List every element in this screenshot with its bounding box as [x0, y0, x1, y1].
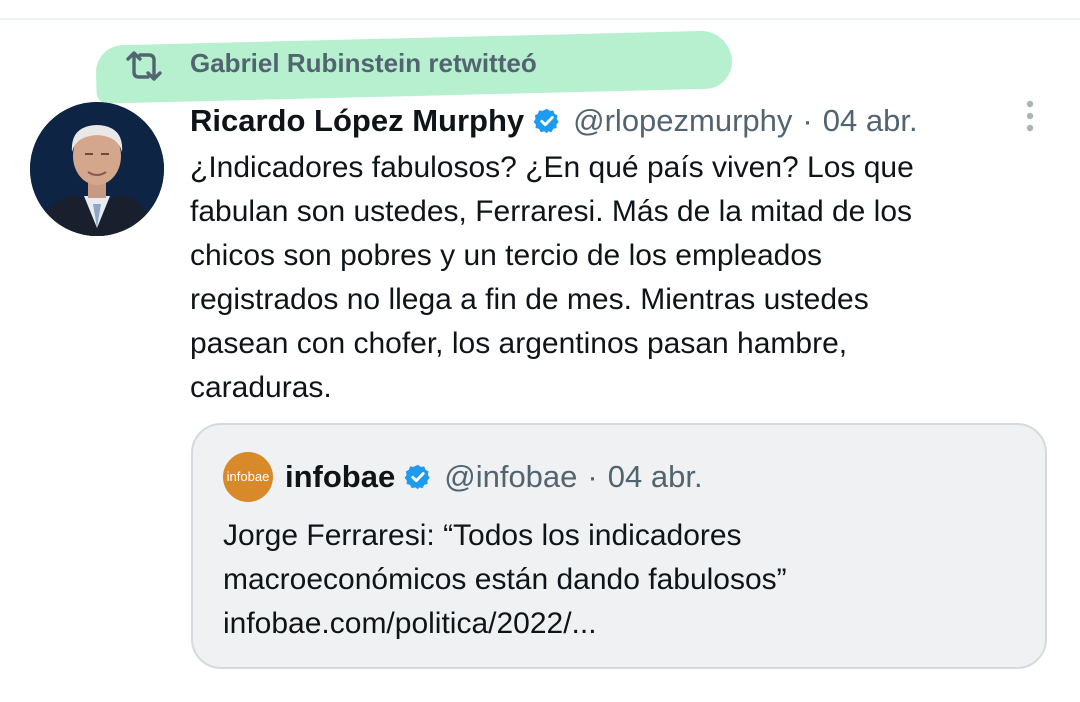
quoted-text-line: Jorge Ferraresi: “Todos los indicadores — [223, 519, 742, 552]
tweet-text-line: pasean con chofer, los argentinos pasan … — [190, 327, 848, 360]
tweet-text-line: ¿Indicadores fabulosos? ¿En qué país viv… — [190, 151, 914, 184]
author-avatar-image — [30, 102, 164, 236]
more-vertical-icon[interactable] — [1020, 98, 1040, 138]
verified-badge-icon — [404, 464, 430, 490]
retweet-context: Gabriel Rubinstein retwitteó — [0, 30, 1080, 104]
author-name[interactable]: Ricardo López Murphy — [190, 103, 524, 139]
tweet-text-line: registrados no llega a fin de mes. Mient… — [190, 283, 869, 316]
quoted-header-separator: · — [587, 459, 598, 494]
verified-badge-icon — [533, 108, 559, 134]
tweet-text-line: chicos son pobres y un tercio de los emp… — [190, 239, 823, 272]
quoted-link[interactable]: infobae.com/politica/2022/... — [223, 602, 1023, 646]
quoted-author-name[interactable]: infobae — [285, 459, 395, 495]
author-avatar[interactable] — [30, 102, 164, 236]
tweet-text-line: fabulan son ustedes, Ferraresi. Más de l… — [190, 195, 913, 228]
header-separator: · — [802, 103, 813, 138]
retweet-icon — [126, 51, 162, 81]
top-divider — [0, 18, 1080, 20]
quoted-tweet-date[interactable]: 04 abr. — [608, 459, 703, 495]
tweet-text: ¿Indicadores fabulosos? ¿En qué país viv… — [190, 146, 1050, 410]
author-handle[interactable]: @rlopezmurphy — [573, 103, 792, 139]
quoted-text-line: macroeconómicos están dando fabulosos” — [223, 563, 787, 596]
tweet-text-line: caraduras. — [190, 371, 332, 404]
quoted-tweet-card[interactable]: infobae infobae @infobae · 04 abr. Jorge… — [191, 423, 1047, 669]
quoted-tweet-text: Jorge Ferraresi: “Todos los indicadores … — [223, 514, 1023, 646]
quoted-author-handle[interactable]: @infobae — [444, 459, 577, 495]
quoted-tweet-header: infobae @infobae · 04 abr. — [285, 455, 703, 499]
retweeted-by-label[interactable]: Gabriel Rubinstein retwitteó — [190, 48, 537, 79]
tweet-header: Ricardo López Murphy @rlopezmurphy · 04 … — [190, 101, 918, 141]
tweet-date[interactable]: 04 abr. — [823, 103, 918, 139]
quoted-author-avatar[interactable]: infobae — [223, 452, 273, 502]
